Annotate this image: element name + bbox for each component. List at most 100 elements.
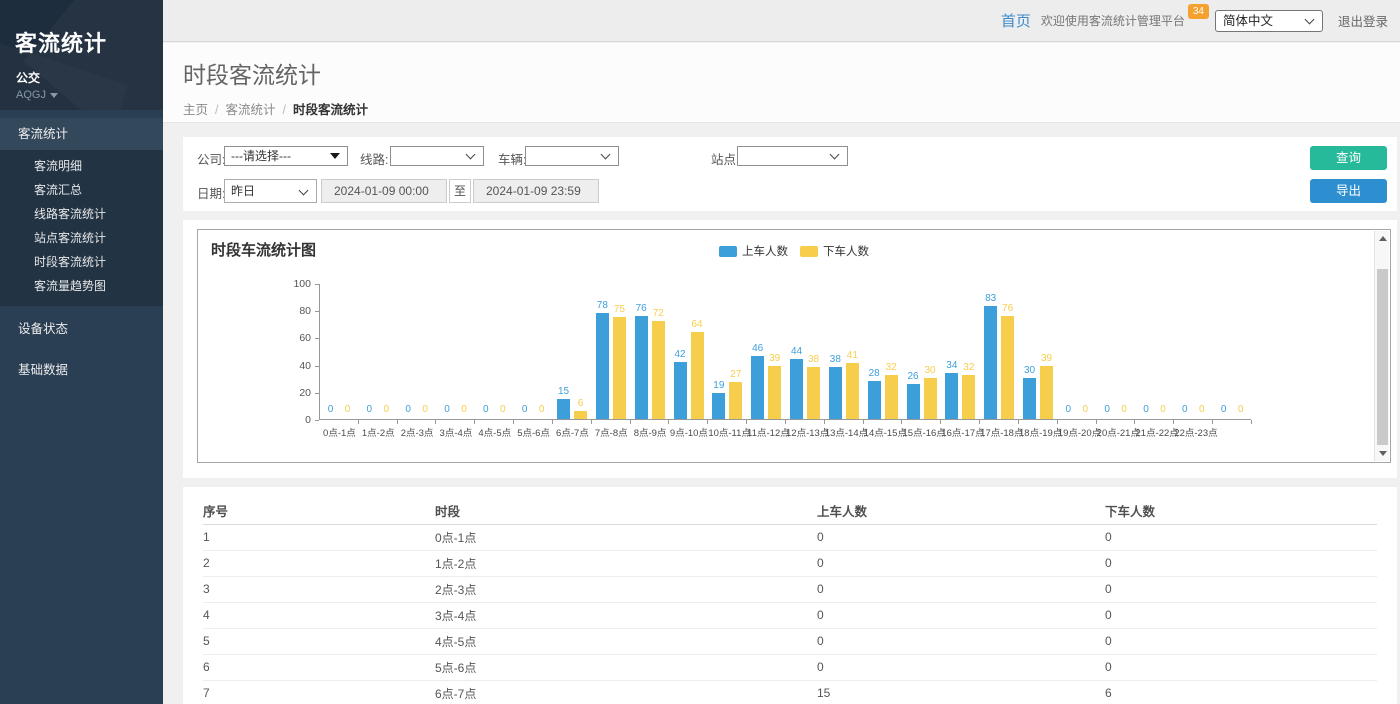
bar-value-label: 6: [568, 398, 594, 409]
y-axis-tick-label: 80: [281, 305, 311, 317]
bar-alighting[interactable]: [691, 332, 704, 419]
breadcrumb-passenger-stats[interactable]: 客流统计: [226, 103, 276, 117]
table-cell: 0: [817, 576, 1105, 602]
bar-boarding[interactable]: [674, 362, 687, 419]
bar-alighting[interactable]: [1040, 366, 1053, 419]
breadcrumb-separator: /: [215, 103, 218, 117]
table-cell: 4: [203, 602, 435, 628]
main-content: 公司: ---请选择--- 线路: 车辆: 站点: 日期: 昨日 2024-01…: [163, 124, 1400, 704]
breadcrumb-home[interactable]: 主页: [183, 103, 208, 117]
table-cell: 0: [817, 524, 1105, 550]
language-select[interactable]: 简体中文: [1215, 10, 1323, 32]
table-cell: 5: [203, 628, 435, 654]
table-cell: 0: [1105, 524, 1377, 550]
sidebar-item-base-data[interactable]: 基础数据: [0, 353, 163, 388]
bar-group: 4438: [786, 283, 825, 419]
table-cell: 1: [203, 524, 435, 550]
bar-alighting[interactable]: [768, 366, 781, 419]
table-cell: 0: [817, 654, 1105, 680]
bar-alighting[interactable]: [652, 321, 665, 419]
legend-label-alighting: 下车人数: [823, 243, 869, 259]
y-axis-tick-mark: [315, 311, 319, 312]
x-axis-label: 6点-7点: [553, 425, 592, 439]
bar-value-label: 30: [1017, 365, 1043, 376]
date-to-input[interactable]: 2024-01-09 23:59: [473, 179, 599, 203]
bar-group: 8376: [980, 283, 1019, 419]
bar-alighting[interactable]: [924, 378, 937, 419]
station-select[interactable]: [737, 146, 848, 166]
export-button[interactable]: 导出: [1310, 179, 1387, 203]
bar-value-label: 76: [995, 303, 1021, 314]
legend-item-alighting[interactable]: 下车人数: [800, 243, 869, 259]
sidebar-item-device-status[interactable]: 设备状态: [0, 312, 163, 347]
table-cell: 2点-3点: [435, 576, 817, 602]
sidebar-item-trend-chart[interactable]: 客流量趋势图: [0, 274, 163, 298]
y-axis-tick-mark: [315, 338, 319, 339]
y-axis-tick-label: 20: [281, 387, 311, 399]
vehicle-select[interactable]: [525, 146, 619, 166]
bar-boarding[interactable]: [829, 367, 842, 419]
chart-scrollbar[interactable]: [1374, 231, 1389, 461]
bar-alighting[interactable]: [885, 375, 898, 419]
bar-alighting[interactable]: [613, 317, 626, 419]
legend-item-boarding[interactable]: 上车人数: [719, 243, 788, 259]
bar-alighting[interactable]: [807, 367, 820, 419]
sidebar-item-line-stats[interactable]: 线路客流统计: [0, 202, 163, 226]
bar-boarding[interactable]: [635, 316, 648, 419]
company-select[interactable]: ---请选择---: [224, 146, 348, 166]
home-link[interactable]: 首页: [1001, 10, 1031, 31]
chart-title: 时段车流统计图: [211, 239, 316, 260]
notification-count-badge: 34: [1188, 4, 1209, 19]
scroll-down-icon[interactable]: [1375, 446, 1390, 461]
logout-link[interactable]: 退出登录: [1338, 11, 1388, 30]
bar-boarding[interactable]: [596, 313, 609, 419]
bar-boarding[interactable]: [712, 393, 725, 419]
x-axis-label: 19点-20点: [1058, 425, 1097, 439]
bar-boarding[interactable]: [790, 359, 803, 419]
chevron-down-icon: [50, 93, 58, 98]
table-cell: 0: [817, 602, 1105, 628]
time-period-table: 序号 时段 上车人数 下车人数 10点-1点0021点-2点0032点-3点00…: [203, 497, 1377, 704]
bar-boarding[interactable]: [1023, 378, 1036, 419]
bar-alighting[interactable]: [962, 375, 975, 419]
scrollbar-thumb[interactable]: [1377, 269, 1388, 445]
bar-boarding[interactable]: [945, 373, 958, 419]
org-code-dropdown[interactable]: AQGJ: [16, 89, 163, 101]
bar-group: 00: [1136, 283, 1175, 419]
col-header-period: 时段: [435, 497, 817, 524]
x-axis-label: 8点-9点: [631, 425, 670, 439]
scroll-up-icon[interactable]: [1375, 231, 1390, 246]
language-select-value: 简体中文: [1223, 14, 1273, 28]
bar-alighting[interactable]: [729, 382, 742, 419]
breadcrumb-separator: /: [283, 103, 286, 117]
app-logo-title: 客流统计: [0, 0, 163, 58]
bar-alighting[interactable]: [1001, 316, 1014, 419]
bar-chart-plot: 0204060801000点-1点001点-2点002点-3点003点-4点00…: [319, 284, 1251, 420]
date-preset-select[interactable]: 昨日: [224, 179, 317, 203]
line-select[interactable]: [390, 146, 484, 166]
sidebar-logo-area: 客流统计 公交 AQGJ: [0, 0, 163, 110]
bar-boarding[interactable]: [751, 356, 764, 419]
table-cell: 5点-6点: [435, 654, 817, 680]
bar-value-label: 27: [723, 369, 749, 380]
chevron-down-icon: [299, 186, 309, 196]
bar-value-label: 0: [1228, 404, 1254, 415]
y-axis-tick-label: 40: [281, 360, 311, 372]
bar-boarding[interactable]: [907, 384, 920, 419]
sidebar-item-station-stats[interactable]: 站点客流统计: [0, 226, 163, 250]
sidebar-item-passenger-detail[interactable]: 客流明细: [0, 154, 163, 178]
breadcrumb-current: 时段客流统计: [293, 103, 368, 117]
query-button[interactable]: 查询: [1310, 146, 1387, 170]
bar-group: 3432: [941, 283, 980, 419]
bar-alighting[interactable]: [574, 411, 587, 419]
bar-alighting[interactable]: [846, 363, 859, 419]
bar-boarding[interactable]: [868, 381, 881, 419]
date-from-input[interactable]: 2024-01-09 00:00: [321, 179, 447, 203]
bar-boarding[interactable]: [984, 306, 997, 419]
y-axis-tick-label: 0: [281, 414, 311, 426]
sidebar-item-passenger-summary[interactable]: 客流汇总: [0, 178, 163, 202]
table-cell: 3点-4点: [435, 602, 817, 628]
sidebar-item-time-period-stats[interactable]: 时段客流统计: [0, 250, 163, 274]
table-cell: 7: [203, 680, 435, 704]
sidebar-section-passenger-stats[interactable]: 客流统计: [0, 118, 163, 150]
